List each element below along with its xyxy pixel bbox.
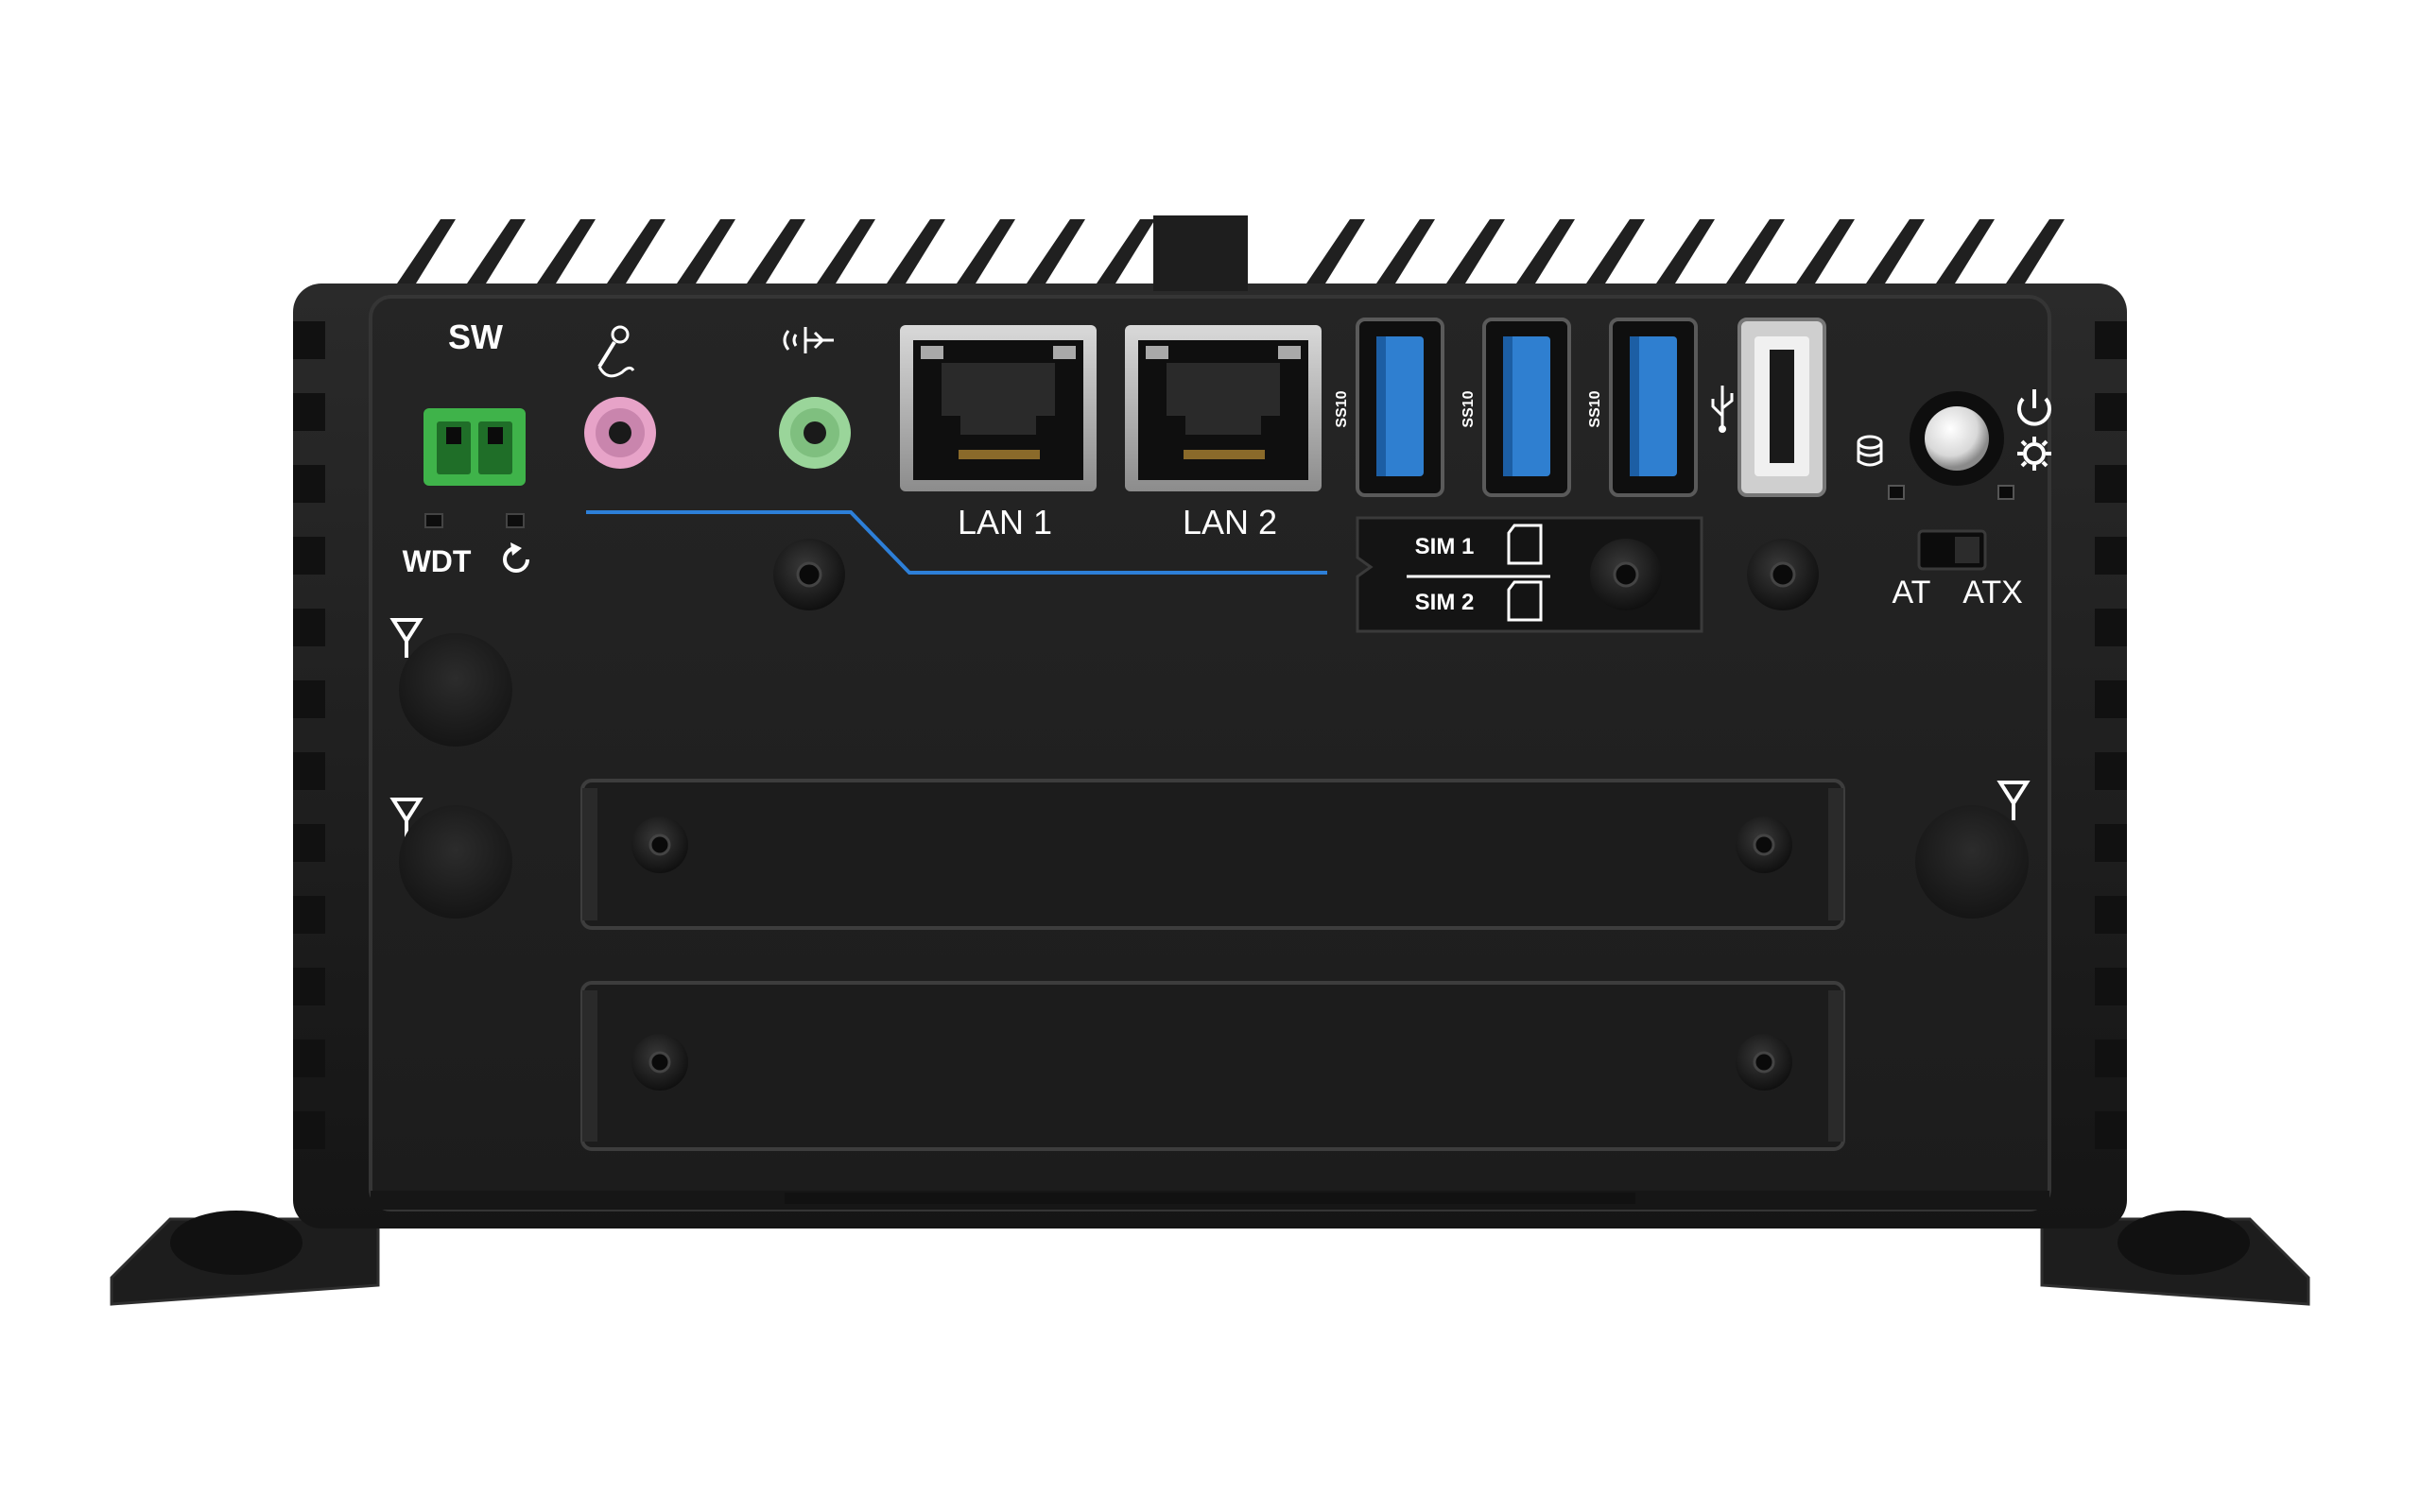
heatsink-fin bbox=[293, 968, 325, 1005]
antenna-plug bbox=[399, 805, 512, 919]
usb2-port[interactable] bbox=[1737, 318, 1826, 497]
screw bbox=[773, 539, 845, 610]
at-atx-switch[interactable] bbox=[1917, 529, 1987, 571]
heatsink-fin bbox=[293, 680, 325, 718]
antenna-plug bbox=[1915, 805, 2029, 919]
heatsink-fin bbox=[887, 219, 945, 284]
heatsink-fin bbox=[293, 824, 325, 862]
at-label: AT bbox=[1892, 575, 1931, 610]
heatsink-fin bbox=[293, 1111, 325, 1149]
usb-speed-label: SS10 bbox=[1587, 390, 1603, 428]
lan-port-1[interactable] bbox=[900, 325, 1097, 491]
heatsink-fin bbox=[293, 465, 325, 503]
sw-terminal-block[interactable] bbox=[424, 408, 526, 486]
heatsink-fin bbox=[817, 219, 875, 284]
mic-jack[interactable] bbox=[584, 397, 656, 469]
heatsink-fin bbox=[2006, 219, 2065, 284]
heatsink-fin bbox=[293, 896, 325, 934]
lan-port-2[interactable] bbox=[1125, 325, 1322, 491]
usb3-port-1[interactable] bbox=[1356, 318, 1444, 497]
atx-label: ATX bbox=[1962, 575, 2023, 610]
heatsink-fin bbox=[2095, 1040, 2127, 1077]
heatsink-fin bbox=[1586, 219, 1645, 284]
sim1-label: SIM 1 bbox=[1414, 534, 1475, 559]
heatsink-fin bbox=[2095, 968, 2127, 1005]
expansion-slot-cover-1 bbox=[580, 779, 1845, 930]
heatsink-fin bbox=[293, 537, 325, 575]
heatsink-fin bbox=[2095, 393, 2127, 431]
heatsink-fin bbox=[2095, 824, 2127, 862]
storage-led bbox=[1888, 485, 1905, 500]
industrial-pc-front-panel bbox=[110, 215, 2310, 1306]
heatsink-fin bbox=[607, 219, 666, 284]
heatsink-fin bbox=[1796, 219, 1855, 284]
usb3-port-3[interactable] bbox=[1609, 318, 1698, 497]
heatsink-fin bbox=[1866, 219, 1925, 284]
heatsink-fin bbox=[293, 609, 325, 646]
power-led bbox=[1997, 485, 2014, 500]
heatsink-fin bbox=[2095, 321, 2127, 359]
heatsink-fin bbox=[1936, 219, 1995, 284]
expansion-slot-cover-2 bbox=[580, 981, 1845, 1151]
line-out-jack[interactable] bbox=[779, 397, 851, 469]
power-button[interactable] bbox=[1910, 391, 2004, 486]
heatsink-fin bbox=[537, 219, 596, 284]
heatsink-fin bbox=[1656, 219, 1715, 284]
screw bbox=[1590, 539, 1662, 610]
bottom-trim bbox=[785, 1193, 1635, 1204]
heatsink-fin bbox=[2095, 1111, 2127, 1149]
heatsink-fin bbox=[2095, 896, 2127, 934]
heatsink-fin bbox=[2095, 752, 2127, 790]
antenna-plug bbox=[399, 633, 512, 747]
heatsink-fin bbox=[1516, 219, 1575, 284]
heatsink-fin bbox=[1027, 219, 1085, 284]
heatsink-fin bbox=[2095, 465, 2127, 503]
heatsink-fin bbox=[397, 219, 456, 284]
heatsink-fin bbox=[677, 219, 735, 284]
heatsink-fin bbox=[1097, 219, 1155, 284]
sw-label: SW bbox=[448, 318, 503, 356]
lan1-label: LAN 1 bbox=[957, 503, 1053, 541]
sim2-label: SIM 2 bbox=[1414, 590, 1475, 615]
heatsink-fin bbox=[1306, 219, 1365, 284]
wdt-label: WDT bbox=[402, 544, 472, 578]
heatsink-fin bbox=[2095, 609, 2127, 646]
heatsink-fin bbox=[2095, 537, 2127, 575]
heatsink-fin bbox=[467, 219, 526, 284]
heatsink-fin bbox=[747, 219, 805, 284]
heatsink-fin bbox=[293, 752, 325, 790]
heatsink-fin bbox=[957, 219, 1015, 284]
heatsink-fin bbox=[2095, 680, 2127, 718]
heatsink-fin bbox=[1726, 219, 1785, 284]
heatsink-fin bbox=[293, 1040, 325, 1077]
lan2-label: LAN 2 bbox=[1182, 503, 1278, 541]
usb-speed-label: SS10 bbox=[1334, 390, 1350, 428]
usb-speed-label: SS10 bbox=[1461, 390, 1477, 428]
screw bbox=[1747, 539, 1819, 610]
heatsink-fin bbox=[293, 393, 325, 431]
usb3-port-2[interactable] bbox=[1482, 318, 1571, 497]
wdt-led bbox=[424, 513, 443, 528]
reset-led bbox=[506, 513, 525, 528]
heatsink-fin bbox=[1376, 219, 1435, 284]
heatsink-fin bbox=[1446, 219, 1505, 284]
heatsink-fin bbox=[293, 321, 325, 359]
